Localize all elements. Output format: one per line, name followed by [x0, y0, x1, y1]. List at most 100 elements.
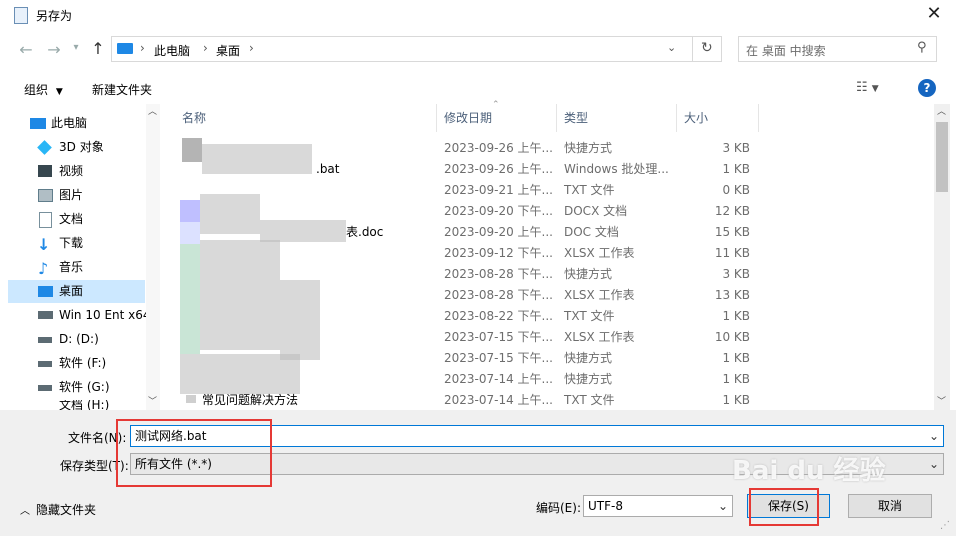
organize-label: 组织	[24, 83, 49, 97]
table-row[interactable]: 2023-09-21 上午... TXT 文件 0 KB	[162, 180, 932, 201]
close-icon[interactable]: ✕	[922, 3, 946, 27]
search-input[interactable]: 在 桌面 中搜索	[746, 42, 826, 59]
breadcrumb-desktop[interactable]: 桌面	[216, 42, 240, 59]
file-type: DOC 文档	[564, 225, 619, 239]
file-size: 0 KB	[722, 183, 750, 197]
file-type: TXT 文件	[564, 309, 615, 323]
drive-icon	[38, 311, 53, 319]
sidebar-item-downloads[interactable]: ↓ 下载	[8, 232, 145, 255]
chevron-down-icon[interactable]: ⌄	[718, 496, 728, 516]
column-header-size[interactable]: 大小	[684, 104, 708, 132]
chevron-down-icon[interactable]: ⌄	[929, 454, 939, 474]
file-date: 2023-09-26 上午...	[444, 141, 553, 155]
monitor-icon	[117, 43, 133, 54]
organize-button[interactable]: 组织 ▼	[24, 81, 63, 98]
column-divider[interactable]	[758, 104, 759, 132]
sidebar-item-pictures[interactable]: 图片	[8, 184, 145, 207]
chevron-up-icon: ︿	[20, 506, 30, 517]
desktop-icon	[38, 286, 53, 297]
redaction-mosaic	[280, 280, 320, 360]
file-size: 12 KB	[714, 204, 750, 218]
file-date: 2023-07-15 下午...	[444, 330, 553, 344]
column-header-type[interactable]: 类型	[564, 104, 588, 132]
refresh-icon: ↻	[701, 40, 713, 56]
navigation-pane: 此电脑 3D 对象 视频 图片 文档 ↓ 下载 ♪ 音乐 桌面 Win 10 E…	[8, 104, 160, 410]
breadcrumb-sep-icon: ›	[140, 41, 145, 55]
sidebar-item-3d-objects[interactable]: 3D 对象	[8, 136, 145, 159]
chevron-down-icon[interactable]: ⌄	[667, 41, 676, 54]
file-date: 2023-09-20 下午...	[444, 204, 553, 218]
file-size: 1 KB	[722, 309, 750, 323]
hide-folders-button[interactable]: ︿ 隐藏文件夹	[20, 501, 96, 518]
sidebar-scrollbar[interactable]: ︿ ﹀	[146, 104, 160, 410]
sidebar-item-drive-g[interactable]: 软件 (G:)	[8, 376, 145, 399]
up-icon[interactable]: ↑	[88, 39, 108, 58]
scrollbar-thumb[interactable]	[936, 122, 948, 192]
search-icon: ⚲	[917, 40, 927, 55]
drive-icon	[38, 337, 52, 343]
chevron-down-icon[interactable]: ⌄	[929, 426, 939, 446]
toolbar: 组织 ▼ 新建文件夹 ☷ ▼ ?	[0, 74, 956, 104]
refresh-button[interactable]: ↻	[692, 36, 723, 62]
forward-icon[interactable]: →	[44, 40, 64, 59]
column-header-date[interactable]: 修改日期	[444, 104, 492, 132]
scroll-down-icon[interactable]: ﹀	[148, 394, 157, 407]
file-size: 1 KB	[722, 372, 750, 386]
view-options-icon[interactable]: ☷ ▼	[856, 80, 879, 95]
redaction-mosaic	[180, 354, 300, 394]
help-icon[interactable]: ?	[918, 79, 936, 97]
text-file-icon	[186, 395, 196, 403]
redaction-mosaic	[182, 138, 202, 162]
sidebar-item-drive-h[interactable]: 文档 (H:)	[8, 400, 145, 410]
encoding-label: 编码(E):	[536, 501, 581, 515]
sidebar-item-this-pc[interactable]: 此电脑	[8, 112, 145, 135]
file-date: 2023-09-26 上午...	[444, 162, 553, 176]
cancel-button[interactable]: 取消	[848, 494, 932, 518]
resize-grip-icon[interactable]: ⋰	[940, 520, 950, 531]
hide-folders-label: 隐藏文件夹	[36, 503, 97, 517]
sidebar-item-desktop[interactable]: 桌面	[8, 280, 145, 303]
file-size: 11 KB	[714, 246, 750, 260]
title-bar: 另存为 ✕	[0, 0, 956, 30]
file-date: 2023-07-14 上午...	[444, 393, 553, 407]
column-divider[interactable]	[436, 104, 437, 132]
breadcrumb-this-pc[interactable]: 此电脑	[154, 42, 190, 59]
file-type: TXT 文件	[564, 183, 615, 197]
file-date: 2023-07-14 上午...	[444, 372, 553, 386]
highlight-box	[749, 488, 819, 526]
address-bar[interactable]: › 此电脑 › 桌面 › ⌄	[111, 36, 722, 62]
scroll-up-icon[interactable]: ︿	[148, 104, 157, 117]
back-icon[interactable]: ←	[16, 40, 36, 59]
breadcrumb-sep-icon: ›	[249, 41, 254, 55]
redaction-mosaic	[202, 144, 312, 174]
sidebar-item-drive-c[interactable]: Win 10 Ent x64	[8, 304, 151, 327]
recent-chevron-icon[interactable]: ▾	[66, 42, 86, 53]
document-icon	[39, 212, 52, 228]
encoding-select[interactable]: UTF-8 ⌄	[583, 495, 733, 517]
sidebar-item-documents[interactable]: 文档	[8, 208, 145, 231]
file-size: 3 KB	[722, 267, 750, 281]
table-row[interactable]: 2023-09-20 下午... DOCX 文档 12 KB	[162, 201, 932, 222]
new-folder-button[interactable]: 新建文件夹	[92, 81, 152, 98]
scroll-up-icon[interactable]: ︿	[937, 104, 946, 117]
sidebar-item-videos[interactable]: 视频	[8, 160, 145, 183]
file-type: 快捷方式	[564, 351, 613, 365]
column-divider[interactable]	[556, 104, 557, 132]
file-list-scrollbar[interactable]: ︿ ﹀	[934, 104, 950, 410]
redaction-mosaic	[180, 200, 200, 222]
file-date: 2023-08-28 下午...	[444, 288, 553, 302]
file-list: 名称 ⌃ 修改日期 类型 大小 2023-09-26 上午... 快捷方式 3 …	[162, 100, 932, 410]
sidebar-item-drive-d[interactable]: D: (D:)	[8, 328, 145, 351]
column-divider[interactable]	[676, 104, 677, 132]
sidebar-item-music[interactable]: ♪ 音乐	[8, 256, 145, 279]
search-box[interactable]: 在 桌面 中搜索 ⚲	[738, 36, 937, 62]
column-header-name[interactable]: 名称	[182, 104, 206, 132]
file-name: .bat	[316, 162, 340, 176]
chevron-down-icon: ▼	[55, 87, 63, 97]
file-size: 1 KB	[722, 393, 750, 407]
file-type: Windows 批处理...	[564, 162, 669, 176]
scroll-down-icon[interactable]: ﹀	[937, 394, 946, 407]
watermark: Bai du 经验	[732, 456, 886, 486]
sidebar-item-drive-f[interactable]: 软件 (F:)	[8, 352, 145, 375]
file-size: 1 KB	[722, 351, 750, 365]
